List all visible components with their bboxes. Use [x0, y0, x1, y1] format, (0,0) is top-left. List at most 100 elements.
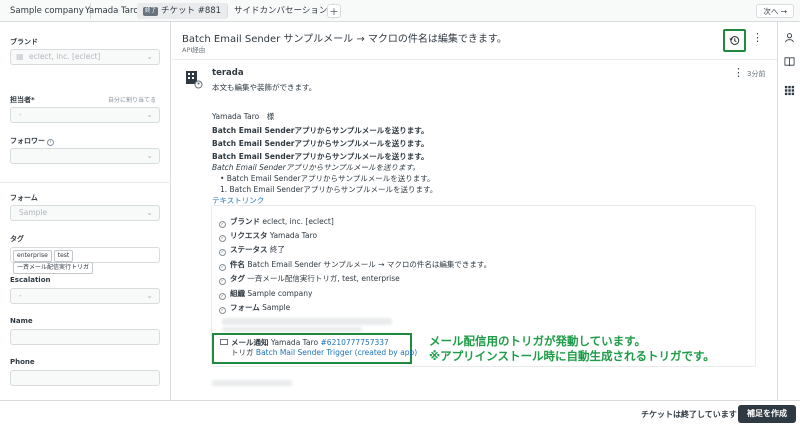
summary-value: 終了: [269, 245, 285, 254]
summary-row-status: ✓ ステータス 終了: [219, 244, 285, 256]
summary-key: 件名: [230, 260, 245, 269]
name-label: Name: [10, 317, 33, 325]
summary-key: 組織: [230, 289, 245, 298]
create-followup-button[interactable]: 補足を作成: [738, 405, 796, 423]
notification-line: メール通知 Yamada Taro #6210777757337: [220, 338, 410, 348]
follower-label-text: フォロワー: [10, 137, 45, 145]
bullet-item: • Batch Email Senderアプリからサンプルメールを送ります。: [220, 174, 435, 183]
chevron-down-icon: ⌄: [146, 151, 153, 160]
summary-key: ステータス: [230, 245, 268, 254]
tab-label: Sample company: [10, 6, 84, 16]
history-button[interactable]: [723, 29, 746, 52]
tags-label: タグ: [10, 235, 24, 243]
brand-value: eclect, inc. [eclect]: [29, 52, 101, 61]
summary-row-tags: ✓ タグ 一斉メール配信実行トリガ, test, enterprise: [219, 273, 400, 285]
notification-key: メール通知: [231, 338, 269, 347]
redacted-text: [222, 318, 392, 325]
trigger-line: トリガ Batch Mail Sender Trigger (created b…: [220, 348, 417, 358]
name-field[interactable]: [10, 329, 160, 345]
chevron-down-icon: ⌄: [146, 52, 153, 61]
assign-to-me-link[interactable]: 自分に割り当てる: [108, 95, 156, 104]
ticket-footer: チケットは終了しています 補足を作成: [0, 400, 800, 426]
tab-organization[interactable]: Sample company: [4, 3, 91, 19]
add-tab-button[interactable]: +: [327, 4, 341, 18]
conversation-pane: Batch Email Sender サンプルメール → マクロの件名は編集でき…: [172, 22, 777, 400]
assignee-label: 担当者*: [10, 96, 35, 104]
brand-select[interactable]: ▦ eclect, inc. [eclect] ⌄: [10, 49, 160, 65]
follower-select[interactable]: ⌄: [10, 148, 160, 164]
info-icon[interactable]: i: [47, 139, 54, 146]
message-author[interactable]: terada: [212, 68, 244, 78]
more-options-icon[interactable]: ⋮: [752, 32, 763, 43]
summary-key: ブランド: [230, 217, 260, 226]
history-icon: [729, 36, 740, 45]
ticket-closed-status: チケットは終了しています: [641, 410, 737, 419]
check-icon: ✓: [219, 293, 226, 300]
summary-key: タグ: [230, 274, 245, 283]
status-badge: 終了: [143, 7, 159, 16]
escalation-select[interactable]: - ⌄: [10, 288, 160, 304]
summary-key: リクエスタ: [230, 231, 268, 240]
user-icon[interactable]: [784, 32, 795, 43]
notification-id-link[interactable]: #6210777757337: [321, 338, 389, 347]
redacted-text: [222, 327, 362, 332]
context-rail: [777, 22, 800, 400]
brand-label: ブランド: [10, 38, 38, 46]
next-button[interactable]: 次へ →: [756, 4, 794, 18]
chevron-down-icon: ⌄: [146, 208, 153, 217]
summary-row-form: ✓ フォーム Sample: [219, 302, 290, 314]
notification-recipient: Yamada Taro: [270, 338, 319, 347]
chevron-down-icon: ⌄: [146, 110, 153, 119]
escalation-label: Escalation: [10, 276, 51, 284]
follower-label: フォロワー i: [10, 136, 54, 146]
tab-bar: Sample company Yamada Taro 終了 チケット #881 サ…: [0, 0, 800, 22]
tab-label: チケット #881: [161, 6, 222, 16]
summary-value: Sample company: [247, 289, 313, 298]
ticket-title[interactable]: Batch Email Sender サンプルメール → マクロの件名は編集でき…: [182, 30, 507, 45]
callout-annotation: メール配信用のトリガが発動しています。 ※アプリインストール時に自動生成されるト…: [429, 334, 715, 364]
check-icon: ✓: [219, 307, 226, 314]
assignee-select[interactable]: - ⌄: [10, 107, 160, 123]
trigger-link[interactable]: Batch Mail Sender Trigger (created by ap…: [256, 348, 417, 357]
tag-pill[interactable]: test: [53, 250, 74, 262]
check-icon: ✓: [219, 249, 226, 256]
assignee-value: -: [19, 110, 22, 119]
check-icon: ✓: [219, 264, 226, 271]
tab-label: Yamada Taro: [85, 6, 139, 16]
tags-input[interactable]: enterprise test一斉メール配信実行トリガ: [10, 247, 160, 274]
phone-label: Phone: [10, 358, 35, 366]
form-select[interactable]: Sample ⌄: [10, 205, 160, 221]
greeting: Yamada Taro 様: [212, 112, 275, 121]
summary-value: eclect, inc. [eclect]: [262, 217, 334, 226]
summary-row-requester: ✓ リクエスタ Yamada Taro: [219, 230, 317, 242]
summary-value: Yamada Taro: [269, 231, 318, 240]
message-options-icon[interactable]: ⋮: [733, 67, 744, 78]
email-notification-event: メール通知 Yamada Taro #6210777757337 トリガ Bat…: [212, 333, 417, 364]
escalation-value: -: [19, 291, 22, 300]
summary-row-subject: ✓ 件名 Batch Email Sender サンプルメール → マクロの件名は…: [219, 259, 491, 271]
annotation-line: メール配信用のトリガが発動しています。: [429, 334, 647, 348]
form-value: Sample: [19, 208, 48, 217]
tab-user[interactable]: Yamada Taro: [79, 3, 146, 19]
apps-grid-icon[interactable]: [784, 85, 795, 96]
ticket-channel: API経由: [182, 46, 206, 54]
redacted-text: [212, 380, 292, 386]
check-icon: ✓: [219, 235, 226, 242]
summary-value: Sample: [262, 303, 291, 312]
bold-line: Batch Email Senderアプリからサンプルメールを送ります。: [212, 139, 429, 148]
numbered-item: 1. Batch Email Senderアプリからサンプルメールを送ります。: [220, 185, 438, 194]
tab-side-conversation[interactable]: サイドカンバセーション: [228, 3, 335, 19]
tag-pill[interactable]: 一斉メール配信実行トリガ: [13, 262, 94, 274]
check-icon: ✓: [219, 278, 226, 285]
tab-ticket[interactable]: 終了 チケット #881: [137, 3, 229, 19]
ticket-properties-panel: ブランド ▦ eclect, inc. [eclect] ⌄ 担当者* 自分に割…: [0, 22, 171, 400]
italic-line: Batch Email Senderアプリからサンプルメールを送ります。: [212, 163, 420, 172]
book-icon[interactable]: [784, 56, 795, 67]
bold-line: Batch Email Senderアプリからサンプルメールを送ります。: [212, 152, 429, 161]
avatar: [185, 69, 203, 89]
tag-pill[interactable]: enterprise: [13, 250, 52, 262]
check-icon: ✓: [219, 221, 226, 228]
building-icon: ▦: [16, 52, 24, 61]
phone-field[interactable]: [10, 370, 160, 386]
chevron-down-icon: ⌄: [146, 291, 153, 300]
